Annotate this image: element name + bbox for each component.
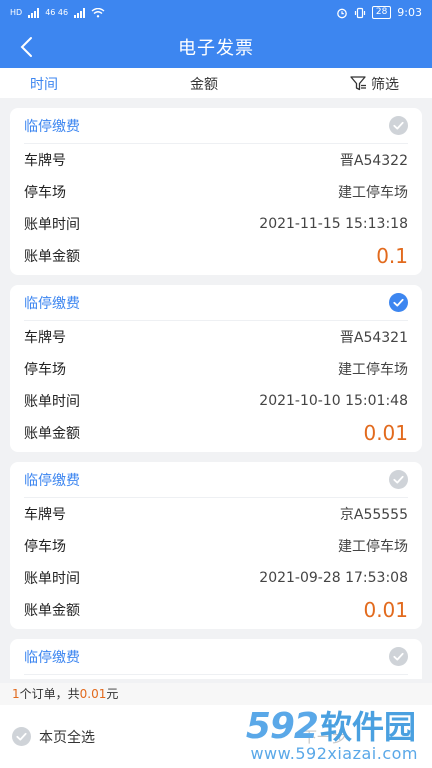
time-value: 2021-10-10 15:01:48 <box>259 393 408 409</box>
time-label: 账单时间 <box>24 217 80 233</box>
checked-circle-icon[interactable] <box>389 293 408 312</box>
card-title: 临停缴费 <box>24 472 80 489</box>
plate-row: 车牌号 京A55555 <box>24 498 408 530</box>
card-header: 临停缴费 <box>24 639 408 675</box>
invoice-card[interactable]: 临停缴费 车牌号 晋A54322 停车场 建工停车场 账单时间 2021-11-… <box>10 108 422 275</box>
page-title: 电子发票 <box>178 37 254 59</box>
unchecked-circle-icon[interactable] <box>389 470 408 489</box>
card-header: 临停缴费 <box>24 462 408 498</box>
time-value: 2021-09-28 17:53:08 <box>259 570 408 586</box>
plate-label: 车牌号 <box>24 153 66 169</box>
wifi-calling-icon: HD <box>10 7 23 17</box>
unchecked-circle-icon[interactable] <box>389 647 408 666</box>
invoice-list: 临停缴费 车牌号 晋A54322 停车场 建工停车场 账单时间 2021-11-… <box>0 108 432 689</box>
invoice-card[interactable]: 临停缴费 <box>10 639 422 679</box>
status-right: 28 9:03 <box>336 6 422 19</box>
filter-icon <box>350 76 366 91</box>
unchecked-circle-icon[interactable] <box>389 116 408 135</box>
plate-value: 京A55555 <box>339 507 408 523</box>
battery-icon: 28 <box>371 6 392 19</box>
time-label: 账单时间 <box>24 394 80 410</box>
amount-value: 0.01 <box>363 598 408 622</box>
bottom-bar: 本页全选 下一步 <box>0 705 432 768</box>
amount-label: 账单金额 <box>24 426 80 442</box>
network-type: 46 46 <box>45 7 69 17</box>
lot-row: 停车场 建工停车场 <box>24 530 408 562</box>
amount-row: 账单金额 0.01 <box>24 594 408 626</box>
select-all-label: 本页全选 <box>39 729 95 746</box>
top-bar: HD 46 46 28 9:03 电子发票 <box>0 0 432 68</box>
amount-row: 账单金额 0.01 <box>24 417 408 449</box>
next-step-button[interactable]: 下一步 <box>217 705 432 768</box>
wifi-icon <box>91 7 105 17</box>
screen: HD 46 46 28 9:03 电子发票 时间 金额 筛选 临停缴费 车牌号 … <box>0 0 432 768</box>
filter-label: 筛选 <box>371 77 399 93</box>
time-row: 账单时间 2021-11-15 15:13:18 <box>24 208 408 240</box>
plate-value: 晋A54322 <box>339 153 408 169</box>
status-time: 9:03 <box>397 6 422 19</box>
order-summary: 1个订单，共0.01元 <box>0 683 432 705</box>
invoice-card[interactable]: 临停缴费 车牌号 京A55555 停车场 建工停车场 账单时间 2021-09-… <box>10 462 422 629</box>
order-total: 0.01 <box>79 687 107 701</box>
plate-row: 车牌号 晋A54321 <box>24 321 408 353</box>
summary-text-1: 个订单，共 <box>19 687 80 701</box>
status-bar: HD 46 46 28 9:03 <box>0 0 432 25</box>
unchecked-circle-icon <box>12 727 31 746</box>
lot-label: 停车场 <box>24 185 66 201</box>
filter-button[interactable]: 筛选 <box>350 74 399 94</box>
tab-amount[interactable]: 金额 <box>190 74 218 94</box>
time-row: 账单时间 2021-10-10 15:01:48 <box>24 385 408 417</box>
lot-value: 建工停车场 <box>338 362 408 378</box>
invoice-card[interactable]: 临停缴费 车牌号 晋A54321 停车场 建工停车场 账单时间 2021-10-… <box>10 285 422 452</box>
amount-label: 账单金额 <box>24 603 80 619</box>
time-row: 账单时间 2021-09-28 17:53:08 <box>24 562 408 594</box>
lot-value: 建工停车场 <box>338 539 408 555</box>
summary-text-2: 元 <box>106 687 119 701</box>
tab-time[interactable]: 时间 <box>30 74 58 94</box>
card-header: 临停缴费 <box>24 285 408 321</box>
time-value: 2021-11-15 15:13:18 <box>259 216 408 232</box>
time-label: 账单时间 <box>24 571 80 587</box>
nav-bar: 电子发票 <box>0 25 432 68</box>
select-all-toggle[interactable]: 本页全选 <box>12 727 95 747</box>
sort-tabs: 时间 金额 筛选 <box>0 68 432 98</box>
plate-value: 晋A54321 <box>339 330 408 346</box>
amount-value: 0.01 <box>363 421 408 445</box>
plate-row: 车牌号 晋A54322 <box>24 144 408 176</box>
amount-label: 账单金额 <box>24 249 80 265</box>
card-header: 临停缴费 <box>24 108 408 144</box>
lot-value: 建工停车场 <box>338 185 408 201</box>
signal-icon <box>28 7 40 18</box>
card-title: 临停缴费 <box>24 649 80 666</box>
plate-label: 车牌号 <box>24 507 66 523</box>
next-step-label: 下一步 <box>301 728 347 746</box>
back-arrow-icon[interactable] <box>16 35 40 59</box>
plate-label: 车牌号 <box>24 330 66 346</box>
card-title: 临停缴费 <box>24 295 80 312</box>
lot-row: 停车场 建工停车场 <box>24 176 408 208</box>
card-title: 临停缴费 <box>24 118 80 135</box>
order-count: 1 <box>12 687 20 701</box>
alarm-icon <box>336 8 347 18</box>
status-left: HD 46 46 <box>10 7 105 18</box>
vibrate-icon <box>354 7 365 18</box>
lot-label: 停车场 <box>24 539 66 555</box>
lot-row: 停车场 建工停车场 <box>24 353 408 385</box>
signal-icon-2 <box>74 7 86 18</box>
lot-label: 停车场 <box>24 362 66 378</box>
amount-row: 账单金额 0.1 <box>24 240 408 272</box>
amount-value: 0.1 <box>376 244 408 268</box>
